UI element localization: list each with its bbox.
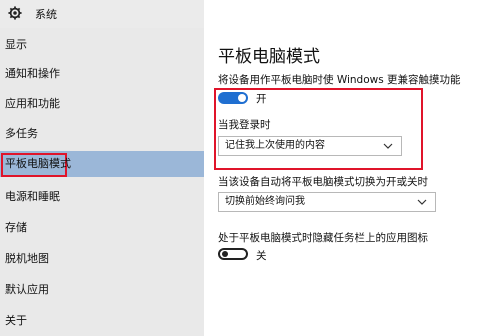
sidebar-item-label: 电源和睡眠 xyxy=(5,190,60,203)
chevron-down-icon xyxy=(417,199,427,205)
auto-switch-label: 当该设备自动将平板电脑模式切换为开或关时 xyxy=(218,176,428,188)
sidebar-item-label: 平板电脑模式 xyxy=(5,157,71,170)
highlight-box xyxy=(214,88,423,170)
sidebar-item-storage[interactable]: 存储 xyxy=(0,215,204,241)
sidebar-item-label: 多任务 xyxy=(5,127,38,140)
sidebar-item-label: 显示 xyxy=(5,38,27,51)
app-title: 系统 xyxy=(35,8,57,21)
hide-icons-label: 处于平板电脑模式时隐藏任务栏上的应用图标 xyxy=(218,232,428,244)
sidebar-item-notifications[interactable]: 通知和操作 xyxy=(0,61,204,87)
auto-switch-dropdown[interactable]: 切换前始终询问我 xyxy=(218,192,436,212)
sidebar-item-label: 存储 xyxy=(5,221,27,234)
title-bar: 系统 xyxy=(0,0,204,28)
sidebar-item-power[interactable]: 电源和睡眠 xyxy=(0,184,204,210)
toggle-knob xyxy=(222,251,228,257)
sidebar-item-tablet-mode[interactable]: 平板电脑模式 xyxy=(0,151,204,177)
sidebar-item-label: 脱机地图 xyxy=(5,252,49,265)
gear-icon xyxy=(8,6,22,20)
sidebar-item-label: 关于 xyxy=(5,314,27,327)
sidebar-item-multitasking[interactable]: 多任务 xyxy=(0,121,204,147)
sidebar-item-offline-maps[interactable]: 脱机地图 xyxy=(0,246,204,272)
touch-setting-label: 将设备用作平板电脑时使 Windows 更兼容触摸功能 xyxy=(218,74,461,86)
auto-switch-dropdown-value: 切换前始终询问我 xyxy=(225,196,305,207)
hide-icons-toggle[interactable] xyxy=(218,248,248,260)
sidebar: 显示 通知和操作 应用和功能 多任务 平板电脑模式 电源和睡眠 存储 脱机地图 … xyxy=(0,28,204,336)
sidebar-item-label: 通知和操作 xyxy=(5,67,60,80)
sidebar-item-display[interactable]: 显示 xyxy=(0,32,204,58)
page-title: 平板电脑模式 xyxy=(218,47,320,67)
sidebar-item-label: 默认应用 xyxy=(5,283,49,296)
sidebar-item-apps[interactable]: 应用和功能 xyxy=(0,91,204,117)
sidebar-item-about[interactable]: 关于 xyxy=(0,308,204,334)
hide-icons-toggle-state: 关 xyxy=(256,250,267,262)
sidebar-item-label: 应用和功能 xyxy=(5,97,60,110)
sidebar-item-default-apps[interactable]: 默认应用 xyxy=(0,277,204,303)
